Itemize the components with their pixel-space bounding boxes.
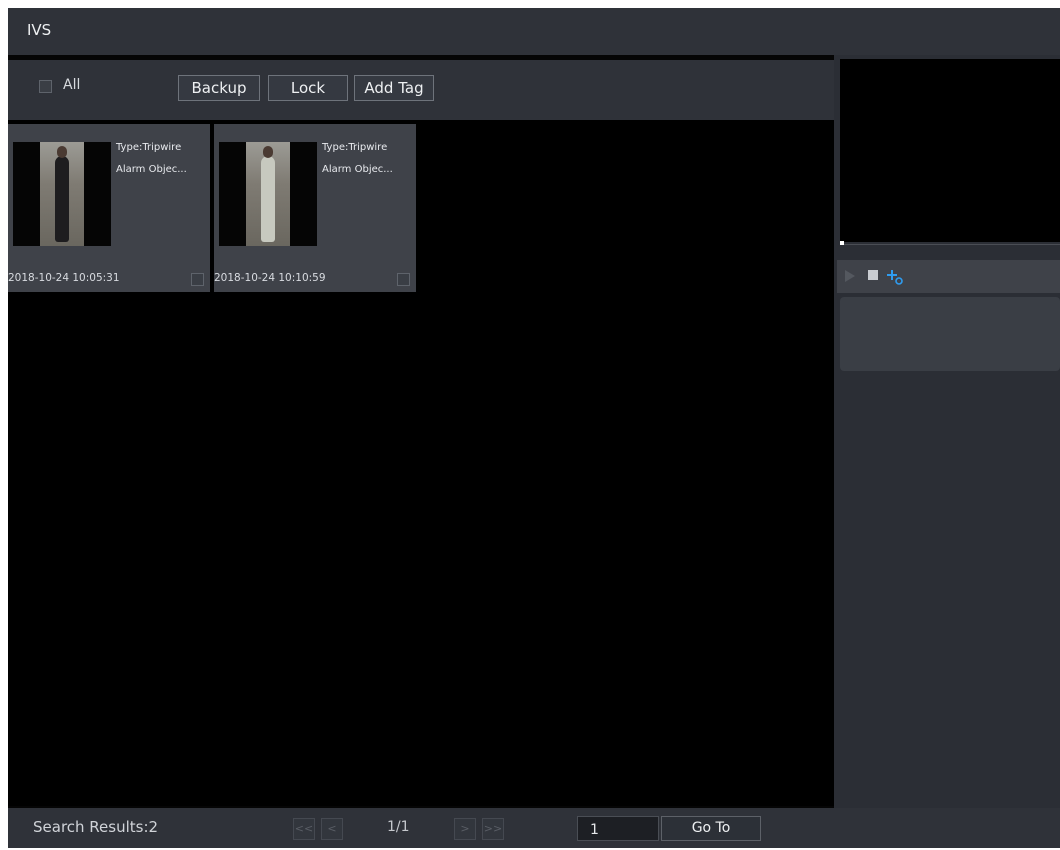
page-indicator: 1/1 xyxy=(387,819,410,835)
results-grid: Type:Tripwire Alarm Objec... 2018-10-24 … xyxy=(8,120,834,806)
first-page-button[interactable]: << xyxy=(293,818,315,840)
result-card[interactable]: Type:Tripwire Alarm Objec... 2018-10-24 … xyxy=(8,124,210,292)
select-all-checkbox[interactable] xyxy=(39,80,52,93)
window-title: IVS xyxy=(27,21,52,39)
person-snapshot xyxy=(40,142,84,246)
backup-button[interactable]: Backup xyxy=(178,75,260,101)
stop-icon[interactable] xyxy=(867,269,879,281)
playback-progress-handle[interactable] xyxy=(840,241,844,245)
result-time: 2018-10-24 10:10:59 xyxy=(214,272,326,284)
go-to-button[interactable]: Go To xyxy=(661,816,761,841)
result-type: Type:Tripwire xyxy=(322,142,388,153)
prev-page-button[interactable]: < xyxy=(321,818,343,840)
toolbar: All Backup Lock Add Tag xyxy=(8,60,834,120)
video-preview[interactable] xyxy=(840,59,1060,242)
playback-progress-bar[interactable] xyxy=(840,244,1060,245)
lock-button[interactable]: Lock xyxy=(268,75,348,101)
record-info-box xyxy=(840,297,1060,371)
next-page-button[interactable]: > xyxy=(454,818,476,840)
preview-panel xyxy=(834,55,1060,808)
result-checkbox[interactable] xyxy=(191,273,204,286)
result-thumbnail[interactable] xyxy=(219,142,317,246)
title-bar: IVS xyxy=(8,8,1060,55)
ivs-window: IVS All Backup Lock Add Tag Type:Tripwir… xyxy=(8,8,1060,848)
play-icon[interactable] xyxy=(844,269,856,283)
playback-controls xyxy=(837,260,1060,293)
search-results-count: Search Results:2 xyxy=(33,818,159,836)
result-time: 2018-10-24 10:05:31 xyxy=(8,272,120,284)
status-bar: Search Results:2 << < 1/1 > >> Go To xyxy=(8,808,1060,848)
add-tag-icon[interactable] xyxy=(886,268,904,286)
result-checkbox[interactable] xyxy=(397,273,410,286)
result-object: Alarm Objec... xyxy=(322,164,393,175)
page-number-input[interactable] xyxy=(577,816,659,841)
result-card[interactable]: Type:Tripwire Alarm Objec... 2018-10-24 … xyxy=(214,124,416,292)
result-type: Type:Tripwire xyxy=(116,142,182,153)
result-thumbnail[interactable] xyxy=(13,142,111,246)
person-snapshot xyxy=(246,142,290,246)
result-object: Alarm Objec... xyxy=(116,164,187,175)
select-all-label[interactable]: All xyxy=(63,77,80,93)
last-page-button[interactable]: >> xyxy=(482,818,504,840)
add-tag-button[interactable]: Add Tag xyxy=(354,75,434,101)
